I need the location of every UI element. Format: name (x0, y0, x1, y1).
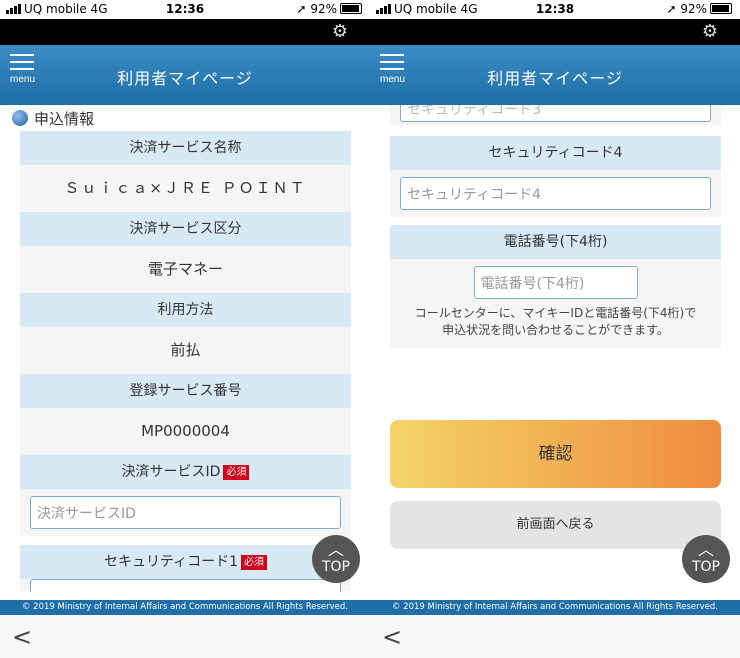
battery-percent: 92% (680, 2, 707, 16)
field-value: Ｓｕｉｃａ×ＪＲＥ ＰＯＩＮＴ (20, 165, 351, 212)
service-id-input[interactable]: 決済サービスID (30, 496, 341, 529)
field-label: 決済サービス区分 (20, 212, 351, 246)
required-badge: 必須 (223, 465, 250, 480)
gear-icon[interactable]: ⚙ (700, 22, 720, 42)
bullet-icon (12, 110, 28, 126)
top-label: TOP (321, 559, 350, 575)
footer-copyright: © 2019 Ministry of Internal Affairs and … (0, 600, 370, 615)
scroll-top-button[interactable]: ︿ TOP (312, 535, 360, 583)
security-code-3-input[interactable]: セキュリティコード3 (400, 105, 711, 122)
battery-icon (340, 3, 362, 14)
browser-bottom-bar: < (370, 615, 740, 658)
main-content: 申込情報 決済サービス名称 Ｓｕｉｃａ×ＪＲＥ ＰＯＩＮＴ 決済サービス区分 電… (0, 105, 370, 658)
field-label: 決済サービス名称 (20, 131, 351, 165)
confirm-button[interactable]: 確認 (390, 420, 721, 488)
chevron-left-icon[interactable]: < (12, 623, 32, 651)
field-label: 電話番号(下4桁) (390, 225, 721, 259)
security-code-1-input[interactable] (30, 579, 341, 592)
field-label: セキュリティコード1 (103, 554, 239, 570)
field-value: 電子マネー (20, 246, 351, 293)
app-header: menu 利用者マイページ (370, 45, 740, 105)
battery-icon (710, 3, 732, 14)
field-service-type: 決済サービス区分 電子マネー (20, 212, 351, 293)
main-content: セキュリティコード3 セキュリティコード4 セキュリティコード4 電話番号(下4… (370, 105, 740, 658)
field-value: 前払 (20, 327, 351, 374)
location-icon: ➚ (296, 2, 311, 16)
hamburger-icon (10, 54, 34, 56)
field-security-code-1: セキュリティコード1 必須 (20, 545, 351, 592)
field-label: 決済サービスID (121, 464, 221, 480)
top-label: TOP (691, 559, 720, 575)
security-code-4-input[interactable]: セキュリティコード4 (400, 177, 711, 210)
chevron-up-icon: ︿ (327, 540, 344, 559)
field-usage-method: 利用方法 前払 (20, 293, 351, 374)
settings-bar: ⚙ (0, 19, 370, 45)
gear-icon[interactable]: ⚙ (330, 22, 350, 42)
phone-last4-input[interactable]: 電話番号(下4桁) (473, 266, 638, 299)
field-registration-number: 登録サービス番号 MP0000004 (20, 374, 351, 455)
back-to-previous-button[interactable]: 前画面へ戻る (390, 501, 721, 549)
left-screen: UQ mobile 4G 12:36 ➚ 92% ⚙ menu 利用者マイページ… (0, 0, 370, 658)
field-phone-last4: 電話番号(下4桁) 電話番号(下4桁) (390, 225, 721, 301)
chevron-up-icon: ︿ (697, 540, 714, 559)
section-title: 申込情報 (34, 110, 95, 128)
battery-percent: 92% (310, 2, 337, 16)
chevron-left-icon[interactable]: < (382, 623, 402, 651)
settings-bar: ⚙ (370, 19, 740, 45)
field-label: 登録サービス番号 (20, 374, 351, 408)
field-service-id: 決済サービスID 必須 決済サービスID (20, 455, 351, 536)
page-title: 利用者マイページ (117, 69, 253, 88)
right-screen: UQ mobile 4G 12:38 ➚ 92% ⚙ menu 利用者マイページ… (370, 0, 740, 658)
status-bar: UQ mobile 4G 12:36 ➚ 92% (0, 0, 370, 19)
footer-copyright: © 2019 Ministry of Internal Affairs and … (370, 600, 740, 615)
hamburger-icon (380, 54, 404, 56)
field-label: セキュリティコード4 (390, 136, 721, 170)
app-header: menu 利用者マイページ (0, 45, 370, 105)
browser-bottom-bar: < (0, 615, 370, 658)
status-bar: UQ mobile 4G 12:38 ➚ 92% (370, 0, 740, 19)
field-security-code-4: セキュリティコード4 セキュリティコード4 (390, 136, 721, 217)
field-value: MP0000004 (20, 408, 351, 455)
scroll-top-button[interactable]: ︿ TOP (682, 535, 730, 583)
help-note: コールセンターに、マイキーIDと電話番号(下4桁)で申込状況を問い合わせることが… (390, 301, 721, 348)
field-security-code-3: セキュリティコード3 (390, 105, 721, 125)
field-service-name: 決済サービス名称 Ｓｕｉｃａ×ＪＲＥ ＰＯＩＮＴ (20, 131, 351, 212)
field-label: 利用方法 (20, 293, 351, 327)
required-badge: 必須 (241, 555, 268, 570)
page-title: 利用者マイページ (487, 69, 623, 88)
location-icon: ➚ (666, 2, 681, 16)
